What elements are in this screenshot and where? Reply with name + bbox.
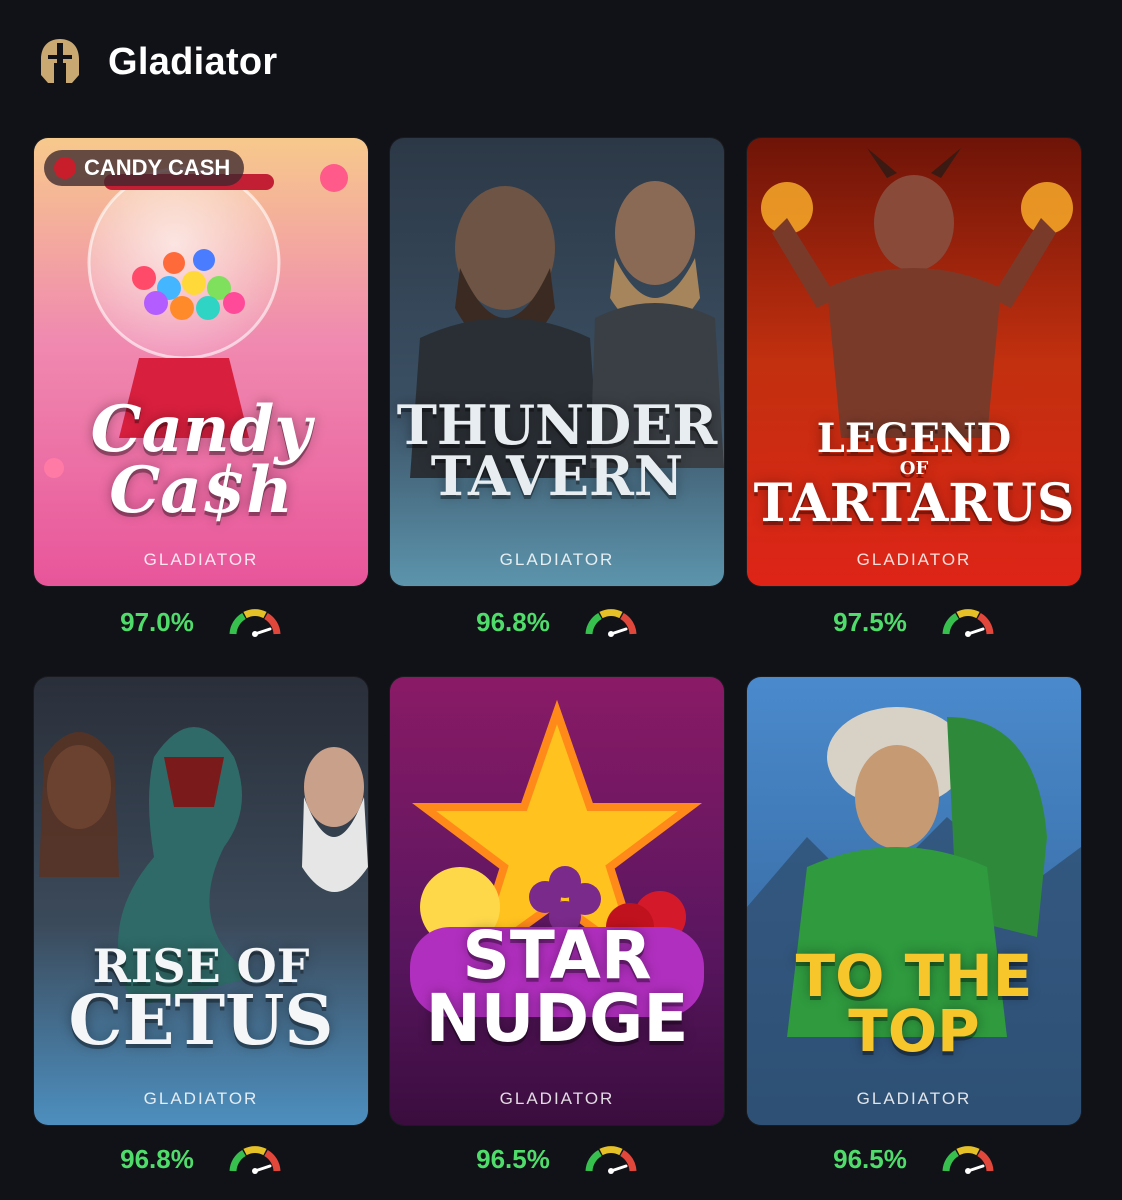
game-badge: CANDY CASH bbox=[44, 150, 245, 186]
rtp-gauge-icon bbox=[229, 1146, 281, 1174]
rtp-value: 97.5% bbox=[833, 606, 907, 637]
game-title: THUNDER TAVERN bbox=[390, 398, 724, 509]
game-art bbox=[390, 138, 724, 586]
rtp-value: 96.5% bbox=[833, 1143, 907, 1174]
title-line: TAVERN bbox=[430, 444, 684, 509]
game-studio: GLADIATOR bbox=[856, 1089, 972, 1108]
rtp-indicator: 96.5% bbox=[390, 1139, 724, 1179]
game-card-star-nudge[interactable]: STAR NUDGE GLADIATOR bbox=[390, 677, 724, 1125]
game-card-rise-of-cetus[interactable]: RISE OF CETUS GLADIATOR bbox=[34, 677, 368, 1125]
game-card-thunder-tavern[interactable]: THUNDER TAVERN GLADIATOR bbox=[390, 138, 724, 586]
game-title: STAR NUDGE bbox=[390, 917, 724, 1057]
title-line: Candy bbox=[90, 392, 312, 467]
rtp-indicator: 97.5% bbox=[747, 602, 1081, 642]
rtp-gauge-icon bbox=[942, 609, 994, 637]
game-title: LEGEND OF TARTARUS bbox=[747, 415, 1081, 535]
game-studio: GLADIATOR bbox=[499, 1089, 615, 1108]
rtp-value: 96.8% bbox=[476, 606, 550, 637]
title-line: CETUS bbox=[68, 980, 334, 1061]
title-line: TARTARUS bbox=[753, 473, 1075, 535]
game-title: TO THE TOP bbox=[747, 942, 1081, 1066]
rtp-gauge-icon bbox=[229, 609, 281, 637]
badge-label: CANDY CASH bbox=[84, 155, 231, 180]
section-header: Gladiator bbox=[38, 34, 278, 90]
rtp-value: 96.8% bbox=[120, 1143, 194, 1174]
rtp-gauge-icon bbox=[585, 609, 637, 637]
game-studio: GLADIATOR bbox=[499, 550, 615, 569]
game-studio: GLADIATOR bbox=[856, 550, 972, 569]
rtp-value: 96.5% bbox=[476, 1143, 550, 1174]
game-art bbox=[390, 677, 724, 1125]
game-card-to-the-top[interactable]: TO THE TOP GLADIATOR bbox=[747, 677, 1081, 1125]
title-line: Ca$h bbox=[109, 452, 293, 528]
title-line: LEGEND bbox=[816, 415, 1012, 462]
title-line: STAR bbox=[462, 917, 652, 994]
red-dot-icon bbox=[54, 157, 76, 179]
section-title: Gladiator bbox=[108, 40, 278, 83]
rtp-indicator: 96.8% bbox=[390, 602, 724, 642]
rtp-gauge-icon bbox=[942, 1146, 994, 1174]
rtp-indicator: 96.5% bbox=[747, 1139, 1081, 1179]
game-studio: GLADIATOR bbox=[143, 550, 259, 569]
gladiator-helmet-icon bbox=[41, 39, 79, 83]
game-studio: GLADIATOR bbox=[143, 1089, 259, 1108]
game-card-candy-cash[interactable]: CANDY CASH Candy Ca$h GLADIATOR bbox=[34, 138, 368, 586]
title-line: NUDGE bbox=[425, 979, 689, 1057]
rtp-indicator: 96.8% bbox=[34, 1139, 368, 1179]
title-line: TOP bbox=[848, 997, 980, 1066]
game-card-legend-of-tartarus[interactable]: LEGEND OF TARTARUS GLADIATOR bbox=[747, 138, 1081, 586]
game-title: RISE OF CETUS bbox=[34, 943, 368, 1061]
title-line: TO THE bbox=[795, 942, 1033, 1010]
game-title: Candy Ca$h bbox=[34, 392, 368, 528]
rtp-indicator: 97.0% bbox=[34, 602, 368, 642]
rtp-gauge-icon bbox=[585, 1146, 637, 1174]
rtp-value: 97.0% bbox=[120, 606, 194, 637]
